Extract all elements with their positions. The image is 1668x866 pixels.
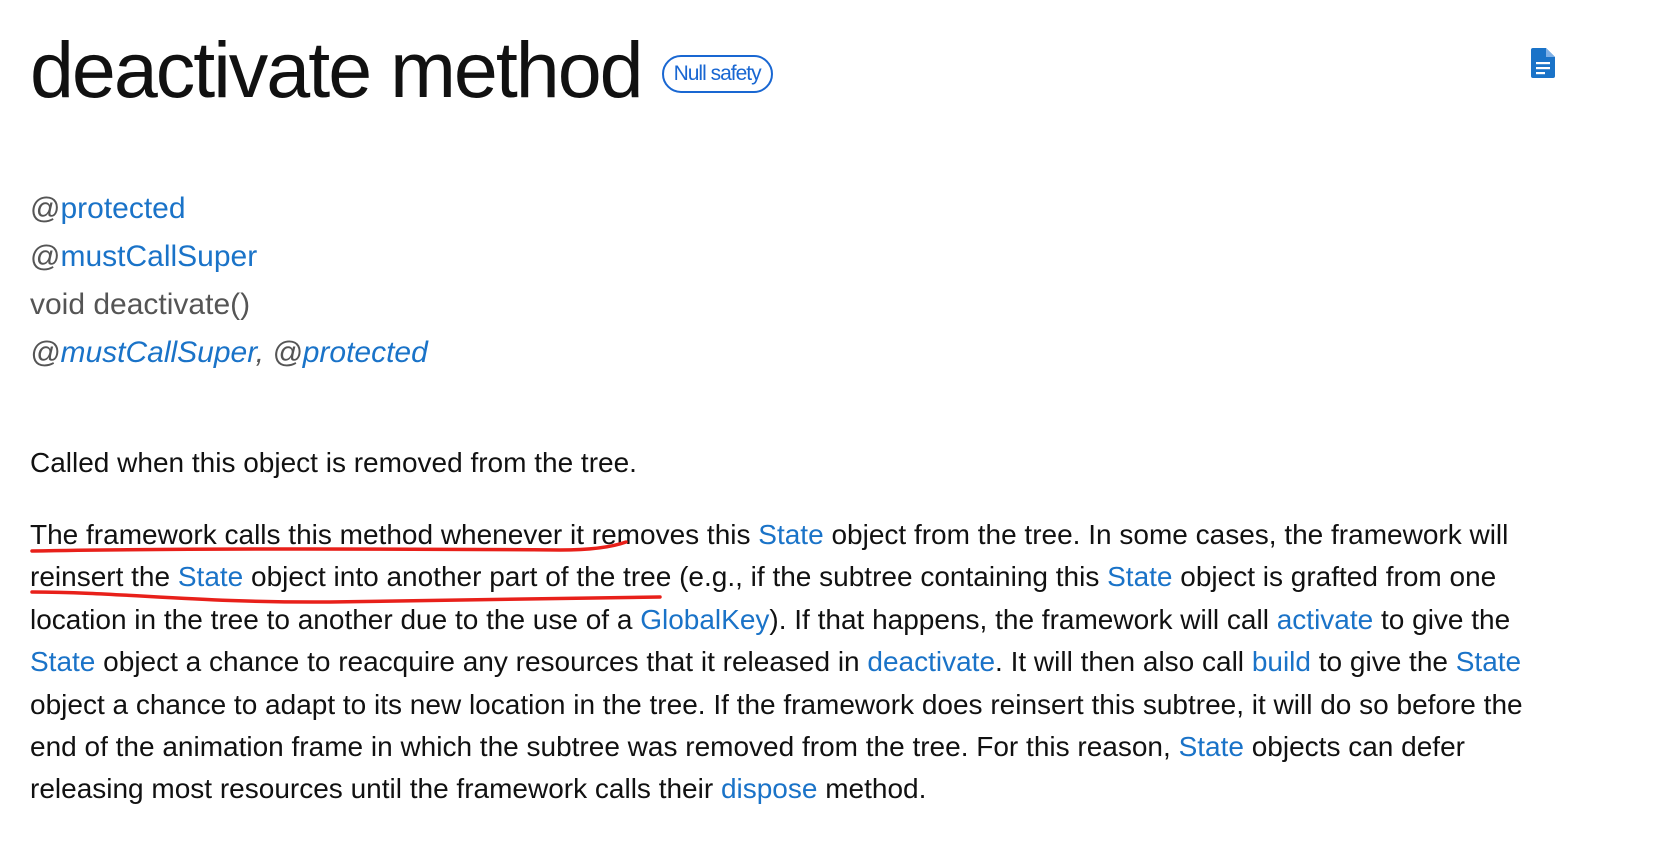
description-line: end of the animation frame in which the … [30,726,1570,768]
description-line: reinsert the State object into another p… [30,556,1570,598]
description-text: object from the tree. In some cases, the… [823,519,1509,550]
page-title: deactivate method [30,25,644,114]
dispose-link[interactable]: dispose [721,773,818,804]
deactivate-link[interactable]: deactivate [867,646,995,677]
protected-annotation-link[interactable]: protected [303,336,428,369]
annotation-list: @mustCallSuper, @protected [30,329,428,377]
description-line: State object a chance to reacquire any r… [30,641,1570,683]
state-link[interactable]: State [758,519,823,550]
at-sign: @ [272,336,303,369]
description-text: location in the tree to another due to t… [30,603,641,635]
description-line: The framework calls this method whenever… [30,514,1570,556]
document-icon[interactable] [1530,48,1556,78]
method-signature: @protected @mustCallSuper void deactivat… [30,185,428,377]
description-text: object into another part of the tree (e.… [243,561,1108,593]
description-text: method. [817,773,927,805]
signature-declaration: void deactivate() [30,288,251,321]
must-call-super-link[interactable]: mustCallSuper [60,240,257,273]
signature-line-must-call-super: @mustCallSuper [30,233,428,281]
description-text: . It will then also call [995,646,1252,678]
title-row: deactivate method Null safety [30,20,773,120]
build-link[interactable]: build [1252,646,1311,677]
must-call-super-annotation-link[interactable]: mustCallSuper [60,336,255,369]
description-text: releasing most resources until the frame… [30,773,721,805]
description-text: The framework calls this method whenever… [30,519,759,550]
description-text: objects can defer [1243,731,1465,763]
description-line: location in the tree to another due to t… [30,599,1570,641]
description-text: ). If that happens, the framework will c… [769,603,1277,635]
null-safety-badge[interactable]: Null safety [661,55,773,93]
at-sign: @ [30,336,61,369]
state-link[interactable]: State [1107,561,1172,592]
description-text: end of the animation frame in which the … [30,731,1179,763]
description-line: object a chance to adapt to its new loca… [30,684,1570,726]
state-link[interactable]: State [30,646,95,677]
at-sign: @ [30,192,61,225]
annotation-separator: , [255,336,273,369]
at-sign: @ [30,240,61,273]
state-link[interactable]: State [1179,731,1244,762]
signature-line-protected: @protected [30,185,428,233]
description-text: object is grafted from one [1172,561,1497,593]
description-text: to give the [1373,603,1511,635]
activate-link[interactable]: activate [1277,604,1374,635]
description-text: object a chance to reacquire any resourc… [95,646,868,678]
description-text: object a chance to adapt to its new loca… [30,688,1523,720]
protected-link[interactable]: protected [60,192,185,225]
description-body: The framework calls this method whenever… [30,514,1570,811]
description-text: reinsert the [30,561,178,593]
description-summary: Called when this object is removed from … [30,447,637,478]
description-text: to give the [1310,646,1456,678]
description-line: releasing most resources until the frame… [30,768,1570,810]
globalkey-link[interactable]: GlobalKey [640,604,769,635]
state-link[interactable]: State [1456,646,1521,677]
state-link[interactable]: State [178,561,243,592]
